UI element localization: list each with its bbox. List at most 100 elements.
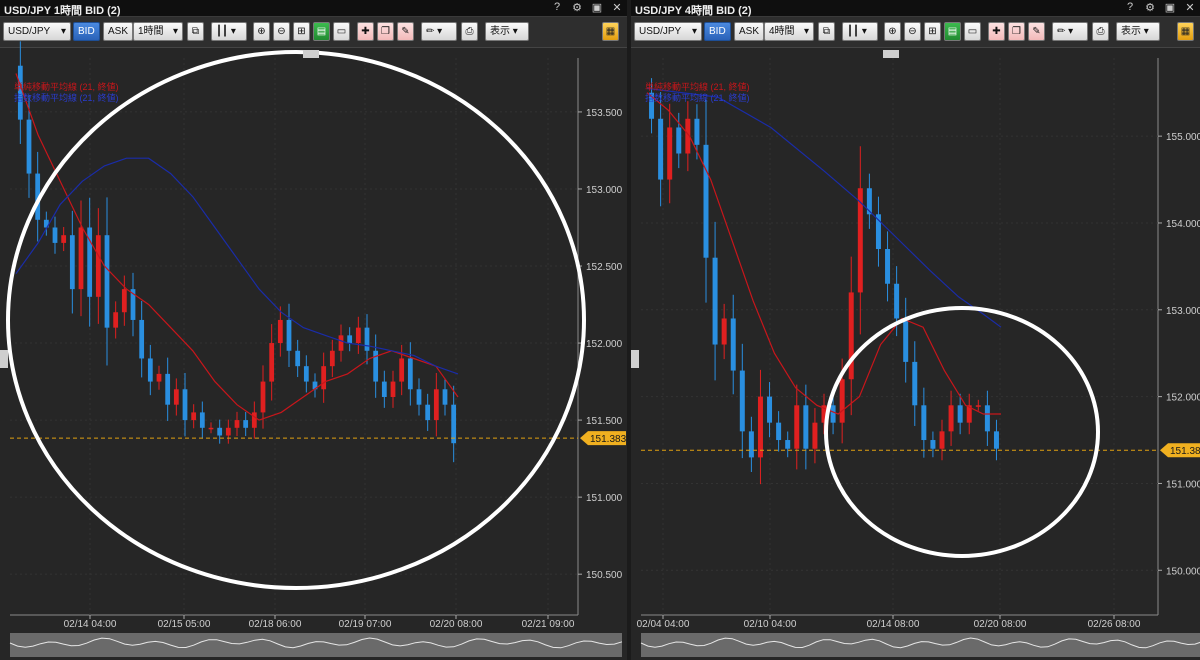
legend-ema: 指数移動平均線 (21, 終値) [14,93,119,103]
y-tick-label: 150.500 [586,570,623,581]
scroll-handle-top [303,50,319,58]
candle-down [748,431,754,458]
x-tick-label: 02/20 08:00 [974,619,1027,630]
scroll-handle-left [0,350,8,368]
x-tick-label: 02/20 08:00 [430,619,483,630]
candle-down [217,427,223,436]
candle-up [338,335,344,351]
y-tick-label: 153.000 [586,185,623,196]
candle-down [364,327,370,351]
candle-down [712,257,718,345]
candle-down [381,381,387,397]
candle-down [295,350,301,367]
x-tick-label: 02/26 08:00 [1088,619,1141,630]
candle-up [191,412,197,421]
y-tick-label: 155.000 [1166,132,1200,143]
candle-up [208,427,214,430]
candle-down [451,404,457,444]
candle-down [52,227,58,243]
y-tick-label: 152.000 [1166,393,1200,404]
candle-down [182,389,188,421]
candle-down [694,118,700,145]
legend-sma: 単純移動平均線 (21, 終値) [14,82,119,92]
candle-up [121,289,127,313]
x-tick-label: 02/14 04:00 [64,619,117,630]
candle-up [390,381,396,397]
y-tick-label: 153.000 [1166,306,1200,317]
chart-window-left: USD/JPY 1時間 BID (2) ? ⚙ ▣ ✕ USD/JPY ▾ BID… [0,0,627,660]
candle-down [139,319,145,359]
candle-up [948,405,954,432]
candle-down [921,405,927,441]
x-tick-label: 02/04 04:00 [637,619,690,630]
y-tick-label: 150.000 [1166,566,1200,577]
candle-down [767,396,773,423]
candle-down [407,358,413,390]
candle-up [794,405,800,449]
y-tick-label: 151.500 [586,416,623,427]
navigator-bar [10,633,622,657]
plot-area [641,58,1158,605]
navigator-bar [641,633,1200,657]
candle-up [757,396,763,458]
candle-down [26,119,32,174]
candle-down [903,318,909,362]
candle-down [993,431,999,449]
candle-up [721,318,727,345]
x-tick-label: 02/10 04:00 [744,619,797,630]
candle-down [730,318,736,371]
scroll-handle-left [631,350,639,368]
x-tick-label: 02/18 06:00 [249,619,302,630]
candle-down [104,235,110,328]
chart-window-right: USD/JPY 4時間 BID (2) ? ⚙ ▣ ✕ USD/JPY ▾ BID… [631,0,1200,660]
candle-up [399,358,405,382]
candle-down [703,144,709,258]
candle-down [199,412,205,428]
legend-sma: 単純移動平均線 (21, 終値) [645,82,750,92]
candle-down [69,235,75,290]
y-tick-label: 151.000 [586,493,623,504]
candle-down [776,422,782,441]
plot-area [10,58,578,605]
candle-down [416,389,422,405]
candle-down [785,440,791,449]
candle-down [739,370,745,432]
y-tick-label: 154.000 [1166,219,1200,230]
candle-up [277,319,283,344]
y-tick-label: 151.000 [1166,479,1200,490]
candle-down [658,118,664,180]
x-tick-label: 02/21 09:00 [522,619,575,630]
candle-up [329,350,335,367]
x-tick-label: 02/14 08:00 [867,619,920,630]
candle-down [425,404,431,421]
candle-down [885,249,891,284]
candle-down [957,405,963,423]
candle-up [225,427,231,436]
candle-up [269,343,275,382]
legend-ema: 指数移動平均線 (21, 終値) [645,93,750,103]
candle-down [930,440,936,449]
current-price-label: 151.383 [1170,446,1200,457]
candle-down [912,361,918,406]
candle-up [812,422,818,449]
candle-up [61,235,67,243]
y-tick-label: 152.500 [586,262,623,273]
candle-up [113,312,119,328]
candle-up [433,389,439,421]
candle-down [894,283,900,319]
candle-up [234,420,240,428]
candle-down [676,127,682,154]
candle-up [839,379,845,423]
candle-down [347,335,353,344]
candle-up [173,389,179,405]
candle-up [95,235,101,297]
candle-down [830,405,836,423]
candle-down [165,373,171,405]
x-tick-label: 02/19 07:00 [339,619,392,630]
candle-up [78,227,84,290]
candle-up [975,405,981,407]
y-tick-label: 152.000 [586,339,623,350]
x-tick-label: 02/15 05:00 [158,619,211,630]
candle-down [243,420,249,428]
current-price-label: 151.383 [590,434,627,445]
